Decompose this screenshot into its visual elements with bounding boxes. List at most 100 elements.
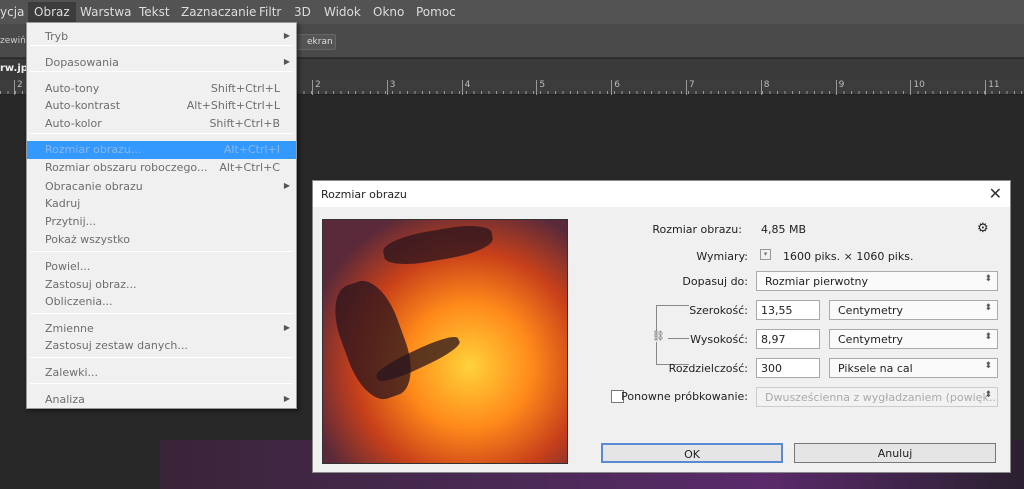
menu-item-label: Auto-kolor (45, 117, 102, 130)
resample-label: Ponowne próbkowanie: (621, 390, 748, 403)
height-input[interactable]: 8,97 (756, 329, 820, 349)
menu-item-shortcut: Shift+Ctrl+L (210, 82, 280, 95)
height-unit-value: Centymetry (838, 333, 904, 346)
cancel-button[interactable]: Anuluj (794, 443, 996, 463)
resolution-label: Rozdzielczość: (668, 362, 748, 375)
menu-pomoc[interactable]: Pomoc (416, 5, 456, 19)
dimensions-value: 1600 piks. × 1060 piks. (783, 250, 914, 263)
menu-filtr[interactable]: Filtr (259, 5, 281, 19)
menu-item-label: Tryb (45, 30, 69, 43)
image-size-value: 4,85 MB (761, 223, 807, 236)
ok-button[interactable]: OK (601, 443, 783, 463)
gear-icon[interactable]: ⚙ (977, 221, 989, 236)
document-tab[interactable]: rw.jp (0, 63, 28, 74)
menu-item[interactable]: Pokaż wszystko (27, 231, 296, 249)
options-label[interactable]: zewiń (0, 36, 26, 46)
resolution-unit-value: Piksele na cal (838, 362, 913, 375)
menu-item-shortcut: Alt+Ctrl+I (223, 143, 280, 156)
menu-item-label: Auto-tony (45, 82, 100, 95)
updown-icon: ⬍ (984, 361, 992, 371)
ruler-tick: 7 (686, 80, 695, 95)
menu-item[interactable]: Tryb ▶ (27, 28, 296, 46)
menu-item-label: Rozmiar obrazu... (45, 143, 142, 156)
fit-to-label: Dopasuj do: (682, 275, 748, 288)
menu-item-label: Zalewki... (45, 366, 99, 379)
fit-to-value: Rozmiar pierwotny (765, 275, 869, 288)
width-unit-select[interactable]: Centymetry ⬍ (829, 300, 998, 320)
menu-item-label: Obracanie obrazu (45, 180, 143, 193)
menu-item-label: Zmienne (45, 322, 94, 335)
submenu-arrow-icon: ▶ (283, 394, 290, 403)
menu-obraz[interactable]: Obraz (28, 2, 76, 24)
width-unit-value: Centymetry (838, 304, 904, 317)
image-preview[interactable] (322, 219, 568, 464)
menu-item-shortcut: Alt+Ctrl+C (219, 161, 280, 174)
menu-zaznaczanie[interactable]: Zaznaczanie (181, 5, 256, 19)
menu-okno[interactable]: Okno (373, 5, 404, 19)
ruler-tick: 2 (312, 80, 321, 95)
updown-icon: ⬍ (984, 390, 992, 400)
ruler-tick: 8 (760, 80, 770, 95)
submenu-arrow-icon: ▶ (283, 323, 290, 332)
height-unit-select[interactable]: Centymetry ⬍ (829, 329, 998, 349)
menu-edycja[interactable]: ycja (0, 5, 24, 19)
submenu-arrow-icon: ▶ (283, 31, 290, 40)
ruler-tick: 11 (985, 80, 1000, 95)
menu-item[interactable]: Auto-tony Shift+Ctrl+L (27, 80, 296, 98)
constrain-line (668, 338, 689, 339)
fit-to-select[interactable]: Rozmiar pierwotny ⬍ (756, 271, 998, 291)
menu-3d[interactable]: 3D (294, 5, 311, 19)
menu-tekst[interactable]: Tekst (139, 5, 170, 19)
ruler-tick: 5 (536, 80, 545, 95)
menu-item[interactable]: Obliczenia... (27, 293, 296, 311)
menu-item[interactable]: Powiel... (27, 258, 296, 276)
width-label: Szerokość: (689, 304, 748, 317)
menu-item-label: Dopasowania (45, 56, 119, 69)
menu-item-label: Obliczenia... (45, 295, 113, 308)
menu-item[interactable]: Przytnij... (27, 213, 296, 231)
menu-item[interactable]: Obracanie obrazu ▶ (27, 178, 296, 196)
close-icon[interactable]: ✕ (989, 184, 1002, 203)
menu-item-label: Auto-kontrast (45, 99, 121, 112)
menu-separator (30, 251, 293, 252)
fullscreen-button[interactable]: ekran (296, 34, 336, 50)
menu-item[interactable]: Zalewki... (27, 364, 296, 382)
width-input[interactable]: 13,55 (756, 300, 820, 320)
dimensions-label: Wymiary: (696, 250, 748, 263)
menu-item[interactable]: Dopasowania ▶ (27, 54, 296, 72)
resolution-unit-select[interactable]: Piksele na cal ⬍ (829, 358, 998, 378)
image-menu-dropdown: Tryb ▶ Dopasowania ▶ Auto-tony Shift+Ctrl+L Au… (26, 22, 297, 409)
menu-item[interactable]: Analiza ▶ (27, 391, 296, 409)
menu-item-label: Przytnij... (45, 215, 97, 228)
updown-icon: ⬍ (984, 274, 992, 284)
resolution-input[interactable]: 300 (756, 358, 820, 378)
menu-item[interactable]: Zastosuj obraz... (27, 276, 296, 294)
chain-link-icon[interactable]: ⛓ (652, 331, 665, 342)
menu-item[interactable]: Kadruj (27, 195, 296, 213)
menu-item[interactable]: Auto-kolor Shift+Ctrl+B (27, 115, 296, 133)
updown-icon: ⬍ (984, 332, 992, 342)
menu-item[interactable]: Zmienne ▶ (27, 320, 296, 338)
updown-icon: ⬍ (984, 303, 992, 313)
dimensions-dropdown-icon[interactable]: ▾ (760, 249, 771, 260)
menu-item-shortcut: Shift+Ctrl+B (209, 117, 280, 130)
height-label: Wysokość: (690, 333, 748, 346)
menu-widok[interactable]: Widok (324, 5, 361, 19)
menu-separator (30, 383, 293, 384)
resample-method-value: Dwusześcienna z wygładzaniem (powięk... (765, 391, 998, 404)
menu-item-label: Zastosuj obraz... (45, 278, 137, 291)
resample-method-select[interactable]: Dwusześcienna z wygładzaniem (powięk... ⬍ (756, 387, 998, 407)
submenu-arrow-icon: ▶ (283, 181, 290, 190)
ruler-tick: 9 (835, 80, 844, 95)
menu-item[interactable]: Auto-kontrast Alt+Shift+Ctrl+L (27, 97, 296, 115)
menu-item[interactable]: Zastosuj zestaw danych... (27, 337, 296, 355)
menu-item-label: Analiza (45, 393, 85, 406)
menu-item[interactable]: Rozmiar obszaru roboczego... Alt+Ctrl+C (27, 159, 296, 177)
menu-item[interactable]: Rozmiar obrazu... Alt+Ctrl+I (27, 141, 296, 159)
menu-separator (30, 45, 293, 46)
menu-warstwa[interactable]: Warstwa (80, 5, 132, 19)
ruler-tick: 10 (910, 80, 925, 95)
menu-separator (30, 313, 293, 314)
menu-separator (30, 357, 293, 358)
submenu-arrow-icon: ▶ (283, 57, 290, 66)
